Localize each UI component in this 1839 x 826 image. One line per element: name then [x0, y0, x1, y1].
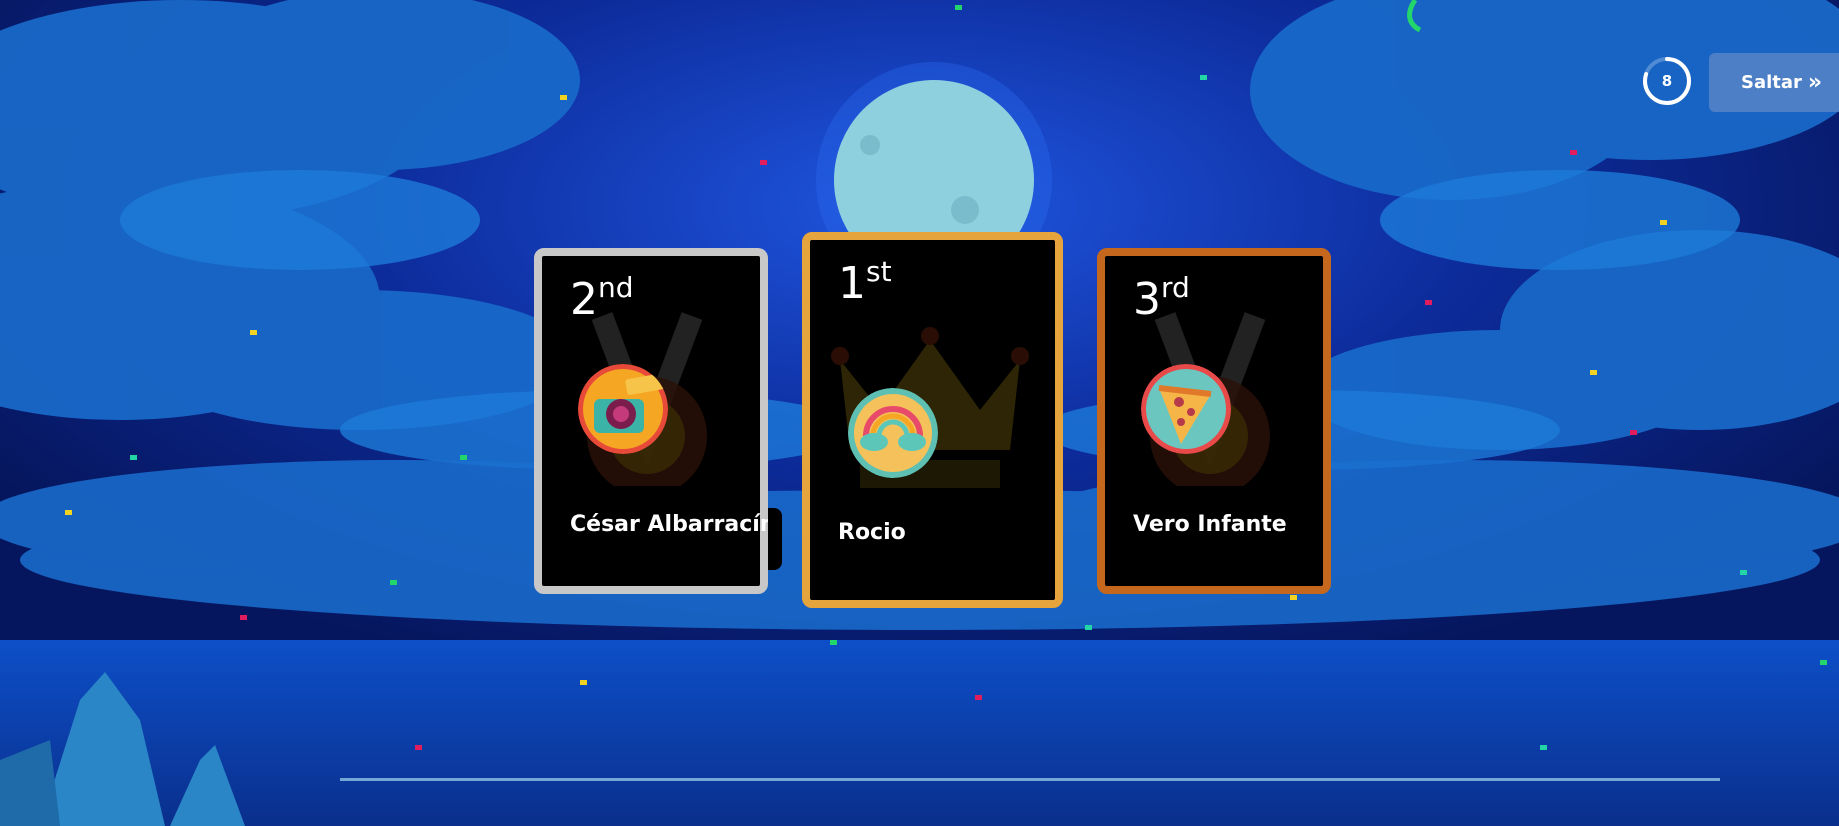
rainbow-cloud-sticker-icon [848, 388, 938, 478]
podium-card-second: 2nd César Albarracín [534, 248, 782, 594]
skip-button-label: Saltar [1741, 72, 1802, 93]
double-chevron-right-icon: » [1807, 69, 1823, 95]
player-name: Rocio [838, 520, 906, 545]
pizza-slice-sticker-icon [1141, 364, 1231, 454]
player-name: César Albarracín [570, 512, 776, 537]
countdown-timer: 8 [1641, 55, 1693, 107]
rank-label: 2nd [570, 271, 634, 325]
rank-label: 3rd [1133, 271, 1190, 325]
skip-button[interactable]: Saltar » [1709, 53, 1839, 112]
podium-card-first: 1st Rocio [802, 232, 1063, 608]
timer-value: 8 [1661, 72, 1673, 90]
camera-sticker-icon [578, 364, 668, 454]
podium-card-third: 3rd Vero Infante [1097, 248, 1331, 594]
player-name: Vero Infante [1133, 512, 1287, 537]
rank-label: 1st [838, 255, 892, 309]
